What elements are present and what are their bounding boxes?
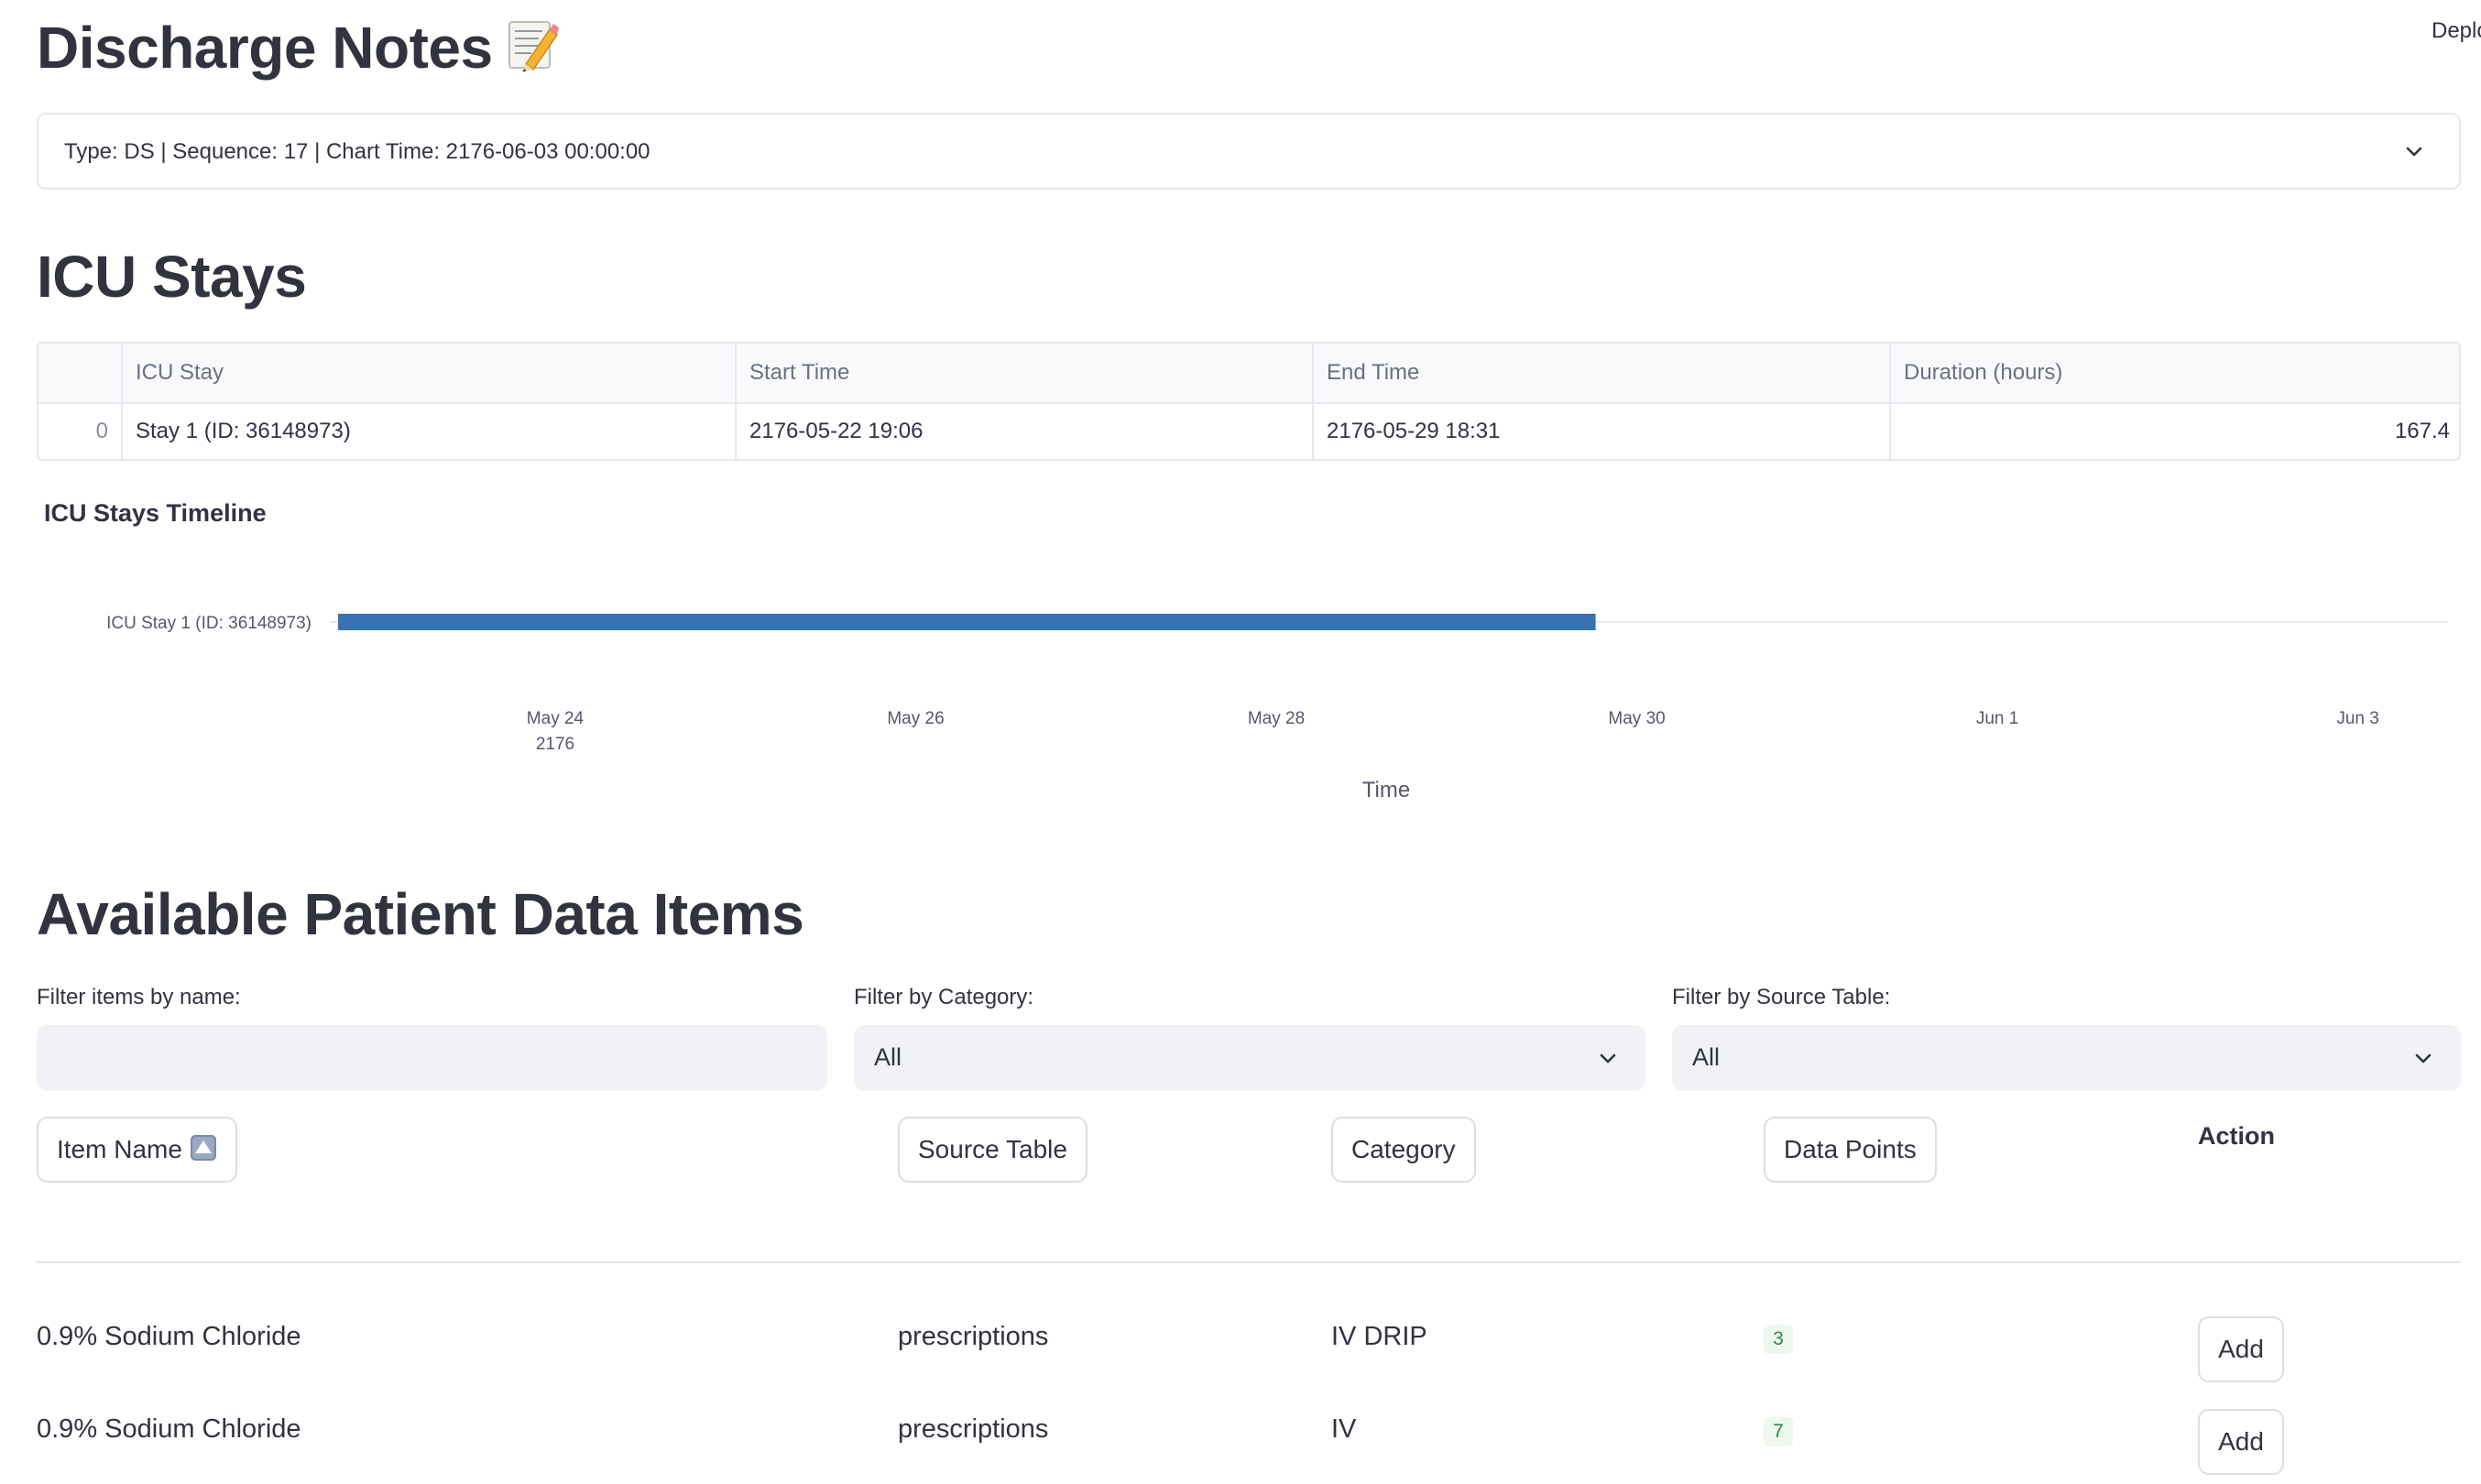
- sort-ascending-icon: [190, 1122, 217, 1161]
- item-name: 0.9% Sodium Chloride: [37, 1322, 301, 1351]
- memo-icon: [506, 16, 559, 73]
- x-tick-label: May 28: [1248, 709, 1305, 728]
- add-item-button[interactable]: Add: [2198, 1409, 2284, 1475]
- x-tick-label: May 30: [1608, 709, 1665, 728]
- icu-stays-table: ICU Stay Start Time End Time Duration (h…: [37, 342, 2461, 461]
- discharge-notes-title: Discharge Notes: [37, 11, 559, 84]
- item-name: 0.9% Sodium Chloride: [37, 1414, 301, 1444]
- x-axis-title: Time: [1362, 778, 1410, 802]
- discharge-note-expander[interactable]: Type: DS | Sequence: 17 | Chart Time: 21…: [37, 113, 2461, 190]
- filter-source-select[interactable]: All: [1672, 1025, 2461, 1091]
- chevron-down-icon: [1600, 1053, 1616, 1064]
- item-category: IV DRIP: [1331, 1322, 1427, 1351]
- filter-source-value: All: [1692, 1043, 1721, 1071]
- sort-source-table-button[interactable]: Source Table: [898, 1117, 1087, 1183]
- item-source-table: prescriptions: [898, 1322, 1049, 1351]
- sort-item-name-label: Item Name: [57, 1135, 182, 1163]
- sort-item-name-button[interactable]: Item Name: [37, 1117, 237, 1183]
- x-tick-sublabel: 2176: [536, 735, 574, 754]
- timeline-title: ICU Stays Timeline: [44, 499, 267, 527]
- chevron-down-icon: [2415, 1053, 2432, 1064]
- column-header-index[interactable]: [38, 344, 123, 402]
- expander-label: Type: DS | Sequence: 17 | Chart Time: 21…: [64, 139, 650, 164]
- cell-duration: 167.4: [2394, 419, 2450, 443]
- x-tick-label: Jun 1: [1976, 709, 2018, 728]
- filter-source-label: Filter by Source Table:: [1672, 985, 1891, 1009]
- x-tick-label: May 24: [527, 709, 585, 728]
- data-points-badge: 7: [1764, 1417, 1793, 1446]
- filter-category-select[interactable]: All: [854, 1025, 1645, 1091]
- cell-icu-stay: Stay 1 (ID: 36148973): [123, 402, 737, 459]
- row-index: 0: [38, 402, 123, 459]
- table-header-row: ICU Stay Start Time End Time Duration (h…: [38, 344, 2459, 404]
- column-header-start-time[interactable]: Start Time: [737, 344, 1314, 402]
- divider: [37, 1261, 2461, 1263]
- column-header-icu-stay[interactable]: ICU Stay: [123, 344, 737, 402]
- add-item-button[interactable]: Add: [2198, 1316, 2284, 1382]
- table-row: 0 Stay 1 (ID: 36148973) 2176-05-22 19:06…: [38, 402, 2459, 459]
- filter-category-label: Filter by Category:: [854, 985, 1034, 1009]
- discharge-notes-title-text: Discharge Notes: [37, 15, 493, 81]
- sort-data-points-button[interactable]: Data Points: [1764, 1117, 1937, 1183]
- column-header-end-time[interactable]: End Time: [1314, 344, 1891, 402]
- x-tick-label: Jun 3: [2336, 709, 2378, 728]
- filter-name-label: Filter items by name:: [37, 985, 241, 1009]
- item-category: IV: [1331, 1414, 1357, 1444]
- filter-category-value: All: [874, 1043, 902, 1071]
- chevron-down-icon: [2406, 147, 2422, 157]
- timeline-bar: [338, 614, 1596, 630]
- item-source-table: prescriptions: [898, 1414, 1049, 1444]
- cell-end-time: 2176-05-29 18:31: [1314, 402, 1891, 459]
- x-tick-label: May 26: [887, 709, 944, 728]
- deploy-button[interactable]: Deplo: [2432, 18, 2481, 44]
- cell-start-time: 2176-05-22 19:06: [737, 402, 1314, 459]
- data-points-badge: 3: [1764, 1325, 1793, 1354]
- icu-timeline-chart: ICU Stay 1 (ID: 36148973) May 24 2176 May 2…: [106, 614, 2448, 802]
- filter-name-input[interactable]: [37, 1025, 827, 1091]
- timeline-category-label: ICU Stay 1 (ID: 36148973): [106, 614, 311, 633]
- sort-category-button[interactable]: Category: [1331, 1117, 1476, 1183]
- column-header-duration[interactable]: Duration (hours): [1891, 344, 2459, 402]
- data-items-title: Available Patient Data Items: [37, 881, 804, 947]
- icu-stays-title: ICU Stays: [37, 244, 307, 310]
- action-column-header: Action: [2198, 1122, 2275, 1150]
